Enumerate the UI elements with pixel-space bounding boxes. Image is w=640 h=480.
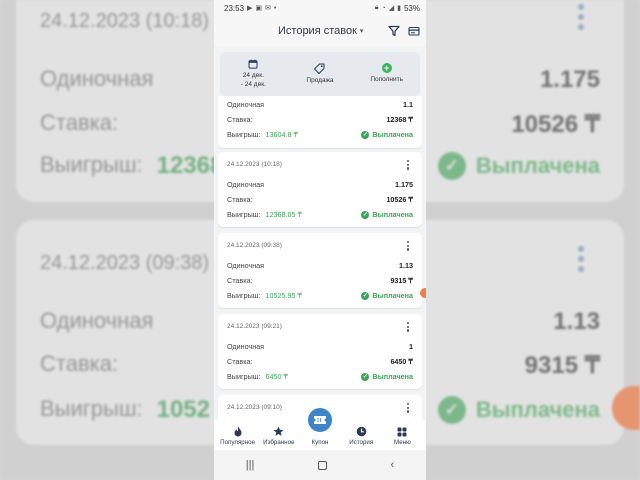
bet-type: Одиночная [227,261,265,270]
grid-icon [397,427,407,437]
phone-screen: 23:53 ▶ ▣ ✉ • 🔒︎ ◔ ◢ ▮ 53% История ставо… [214,0,426,480]
topup-label: Пополнить [370,76,403,84]
bet-type: Одиночная [227,180,265,189]
star-icon [273,426,284,436]
sale-label: Продажа [306,76,334,84]
win-value: 6450 ₸ [265,372,289,381]
paid-status: ✓ Выплачена [361,210,413,219]
home-icon[interactable] [317,460,327,470]
status-bar: 23:53 ▶ ▣ ✉ • 🔒︎ ◔ ◢ ▮ 53% [214,0,426,16]
battery-icon: ▮ [397,5,401,12]
topup-button[interactable]: + Пополнить [357,63,417,84]
bet-date: 24.12.2023 (09:21) [227,323,282,330]
history-toolbar: 24 дек. - 24 дек. Продажа + Пополнить [220,52,420,96]
history-title-dropdown[interactable]: История ставок ▾ [278,25,363,37]
bet-odds: 1.175 [395,180,413,189]
bet-history-list[interactable]: Одиночная 1.1 Ставка: 12368 ₸ Выигрыш: 13… [214,96,426,426]
bet-date: 24.12.2023 (10:18) [227,161,282,168]
win-value: 10525.95 ₸ [265,291,303,300]
bet-card[interactable]: 24.12.2023 (10:18) Одиночная 1.175 Ставк… [218,152,422,227]
nav-popular-label: Популярное [220,439,256,446]
coupon-label: Купон [311,439,329,446]
chevron-down-icon: ▾ [359,28,364,35]
status-time: 23:53 [224,3,245,13]
ticket-icon [314,416,326,424]
recent-apps-icon[interactable]: ||| [246,459,255,471]
stake-value: 9315 ₸ [390,276,413,285]
bet-odds: 1.13 [399,261,413,270]
more-icon[interactable] [407,241,410,252]
nav-popular[interactable]: Популярное [217,426,258,446]
date-range-button[interactable]: 24 дек. - 24 дек. [223,59,283,88]
floating-orange-button[interactable] [420,288,426,298]
paid-status: ✓ Выплачена [361,130,413,139]
bet-date: 24.12.2023 (09:38) [227,242,282,249]
check-icon: ✓ [361,130,370,139]
mail-icon: ✉ [265,5,271,12]
check-icon: ✓ [361,372,370,381]
bet-type: Одиночная [227,342,265,351]
stake-label: Ставка: [227,115,253,124]
lock-icon: 🔒︎ [374,4,379,11]
clock-icon [356,426,367,437]
stake-value: 10526 ₸ [386,195,413,204]
bet-date: 24.12.2023 (09:10) [227,404,282,411]
nav-menu[interactable]: Меню [382,427,423,446]
tag-icon [314,63,325,74]
more-icon[interactable] [407,403,410,414]
more-icon[interactable] [407,322,410,333]
win-value: 13604.8 ₸ [265,130,299,139]
wallet-icon[interactable] [408,25,420,37]
stake-value: 6450 ₸ [390,357,413,366]
flame-icon [234,426,242,437]
nav-history-label: История [349,439,374,446]
more-icon[interactable] [407,160,410,171]
win-label: Выигрыш: [227,291,261,300]
back-icon[interactable]: ‹ [391,459,395,471]
plus-icon: + [381,63,392,74]
nav-favorites[interactable]: Избранное [258,426,299,446]
bet-card[interactable]: 24.12.2023 (09:38) Одиночная 1.13 Ставка… [218,233,422,308]
win-label: Выигрыш: [227,372,261,381]
sale-button[interactable]: Продажа [290,63,350,85]
nav-favorites-label: Избранное [263,439,295,446]
app-bar: История ставок ▾ [214,16,426,46]
signal-icon: ◢ [388,5,395,12]
filter-icon[interactable] [388,25,400,37]
paid-status: ✓ Выплачена [361,291,413,300]
image-icon: ▣ [255,5,263,12]
bet-card[interactable]: 24.12.2023 (09:21) Одиночная 1 Ставка: 6… [218,314,422,389]
win-label: Выигрыш: [227,130,261,139]
dot-icon: • [273,4,277,12]
system-navigation-bar: ||| ‹ [214,450,426,480]
video-icon: ▶ [247,5,253,12]
bet-card[interactable]: Одиночная 1.1 Ставка: 12368 ₸ Выигрыш: 13… [218,96,422,148]
nav-history[interactable]: История [341,426,382,446]
stake-value: 12368 ₸ [386,115,413,124]
stake-label: Ставка: [227,195,253,204]
bet-odds: 1 [409,342,413,351]
page-title: История ставок [278,25,357,37]
date-range-to: - 24 дек. [240,80,266,88]
date-range-from: 24 дек. [242,72,264,80]
check-icon: ✓ [361,291,370,300]
wifi-icon: ◔ [381,4,386,12]
coupon-button[interactable] [306,406,334,434]
win-value: 12368.05 ₸ [265,210,303,219]
battery-level: 53% [403,3,420,13]
calendar-icon [248,59,258,69]
win-label: Выигрыш: [227,210,261,219]
bet-type: Одиночная [227,100,265,109]
bet-odds: 1.1 [403,100,413,109]
nav-menu-label: Меню [394,439,411,446]
stake-label: Ставка: [227,357,253,366]
paid-status: ✓ Выплачена [361,372,413,381]
check-icon: ✓ [361,210,370,219]
stake-label: Ставка: [227,276,253,285]
bottom-navigation: Популярное Избранное . История Меню [214,406,426,450]
